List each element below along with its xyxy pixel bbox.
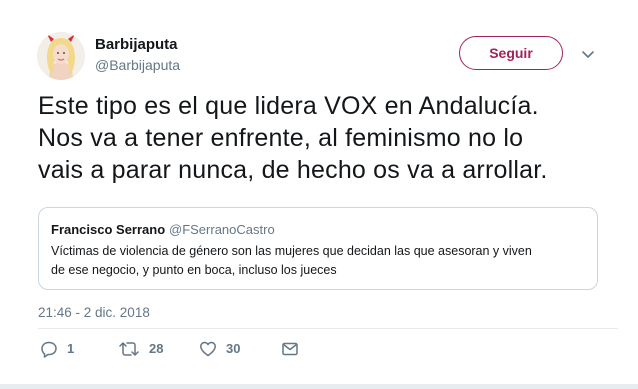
quoted-tweet[interactable]: Francisco Serrano @FSerranoCastro Víctim… <box>38 207 598 290</box>
author-name[interactable]: Barbijaputa <box>95 36 178 54</box>
quoted-author-name: Francisco Serrano <box>51 222 166 237</box>
divider <box>38 328 618 329</box>
retweet-icon <box>119 342 139 356</box>
like-button[interactable]: 30 <box>199 339 240 359</box>
quoted-text-line: de ese negocio, y punto en boca, incluso… <box>51 263 337 277</box>
tweet-text-line: vais a parar nunca, de hecho os va a arr… <box>38 156 548 184</box>
quoted-author-handle: @FSerranoCastro <box>169 222 275 237</box>
bottom-divider <box>0 384 638 389</box>
retweet-count: 28 <box>149 341 164 356</box>
quoted-tweet-text: Víctimas de violencia de género son las … <box>51 242 591 280</box>
like-count: 30 <box>226 341 241 356</box>
tweet-text-line: Este tipo es el que lidera VOX en Andalu… <box>38 92 539 120</box>
direct-message-button[interactable] <box>281 339 299 359</box>
quoted-text-line: Víctimas de violencia de género son las … <box>51 244 532 258</box>
chevron-down-icon[interactable] <box>580 46 596 62</box>
avatar-image-icon <box>37 32 85 80</box>
heart-icon <box>200 341 216 357</box>
reply-count: 1 <box>67 341 75 356</box>
tweet-text: Este tipo es el que lidera VOX en Andalu… <box>38 90 618 186</box>
tweet-text-line: Nos va a tener enfrente, al feminismo no… <box>38 124 524 152</box>
tweet-card: Barbijaputa @Barbijaputa Seguir Este tip… <box>0 0 638 389</box>
reply-icon <box>41 341 57 358</box>
follow-button[interactable]: Seguir <box>459 36 563 70</box>
author-handle[interactable]: @Barbijaputa <box>95 57 180 74</box>
envelope-icon <box>282 342 298 356</box>
author-avatar[interactable] <box>37 32 85 80</box>
retweet-button[interactable]: 28 <box>118 339 163 359</box>
reply-button[interactable]: 1 <box>40 339 74 359</box>
tweet-timestamp[interactable]: 21:46 - 2 dic. 2018 <box>38 305 150 321</box>
